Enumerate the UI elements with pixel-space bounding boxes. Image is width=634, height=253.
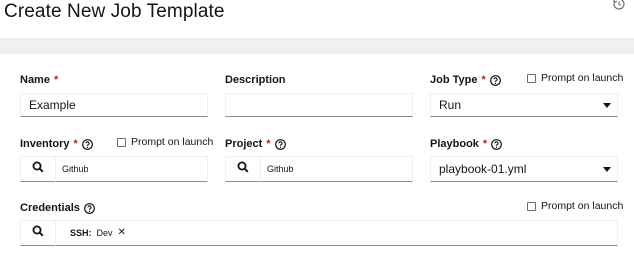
job-type-select[interactable]: Run	[430, 93, 618, 117]
chevron-down-icon	[603, 167, 611, 172]
credential-chip: SSH: Dev ✕	[64, 225, 132, 241]
description-label: Description	[225, 73, 286, 87]
prompt-checkbox[interactable]	[527, 201, 536, 211]
job-type-label: Job Type *	[430, 73, 501, 87]
required-marker: *	[481, 74, 486, 86]
chevron-down-icon	[603, 103, 611, 108]
job-type-label-text: Job Type	[430, 74, 478, 86]
required-marker: *	[73, 138, 78, 150]
inventory-label-text: Inventory	[20, 138, 70, 150]
chip-key: SSH:	[70, 228, 92, 238]
playbook-label: Playbook *	[430, 137, 503, 151]
history-icon[interactable]	[612, 0, 626, 11]
description-input[interactable]	[225, 93, 413, 117]
help-icon[interactable]	[81, 138, 93, 150]
prompt-label: Prompt on launch	[131, 136, 214, 148]
project-lookup: Github	[225, 156, 413, 182]
job-type-value: Run	[439, 98, 462, 112]
credentials-chip-group: SSH: Dev ✕	[56, 220, 618, 246]
page-title: Create New Job Template	[4, 1, 225, 22]
job-type-prompt-on-launch[interactable]: Prompt on launch	[527, 72, 623, 84]
help-icon[interactable]	[489, 74, 501, 86]
required-marker: *	[266, 138, 271, 150]
header-band	[0, 38, 634, 54]
project-label: Project *	[225, 137, 286, 151]
credentials-label-text: Credentials	[20, 202, 80, 214]
credentials-search-button[interactable]	[20, 220, 56, 246]
credentials-label: Credentials	[20, 201, 95, 215]
playbook-select[interactable]: playbook-01.yml	[430, 156, 618, 182]
search-icon	[32, 224, 44, 242]
help-icon[interactable]	[84, 202, 95, 214]
help-icon[interactable]	[491, 138, 503, 150]
inventory-input[interactable]: Github	[56, 156, 208, 182]
project-label-text: Project	[225, 138, 263, 150]
playbook-value: playbook-01.yml	[439, 162, 527, 176]
credentials-lookup: SSH: Dev ✕	[20, 220, 618, 246]
required-marker: *	[53, 74, 59, 86]
project-search-button[interactable]	[225, 156, 261, 182]
name-input[interactable]: Example	[20, 93, 208, 117]
inventory-lookup: Github	[20, 156, 208, 182]
inventory-prompt-on-launch[interactable]: Prompt on launch	[117, 136, 213, 148]
playbook-label-text: Playbook	[430, 138, 479, 150]
prompt-checkbox[interactable]	[527, 73, 536, 83]
inventory-search-button[interactable]	[20, 156, 56, 182]
required-marker: *	[482, 138, 488, 150]
inventory-label: Inventory *	[20, 137, 93, 151]
prompt-label: Prompt on launch	[541, 200, 624, 212]
chip-value: Dev	[96, 228, 113, 238]
prompt-label: Prompt on launch	[541, 72, 624, 84]
name-label-text: Name	[20, 74, 50, 86]
search-icon	[237, 160, 249, 178]
job-template-form: Name * Example Description Job Type * Pr…	[0, 54, 634, 253]
credentials-prompt-on-launch[interactable]: Prompt on launch	[527, 200, 623, 212]
help-icon[interactable]	[274, 138, 286, 150]
project-input[interactable]: Github	[261, 156, 413, 182]
prompt-checkbox[interactable]	[117, 137, 126, 147]
close-icon[interactable]: ✕	[118, 225, 126, 241]
search-icon	[32, 160, 44, 178]
description-label-text: Description	[225, 74, 286, 86]
name-label: Name *	[20, 73, 58, 87]
